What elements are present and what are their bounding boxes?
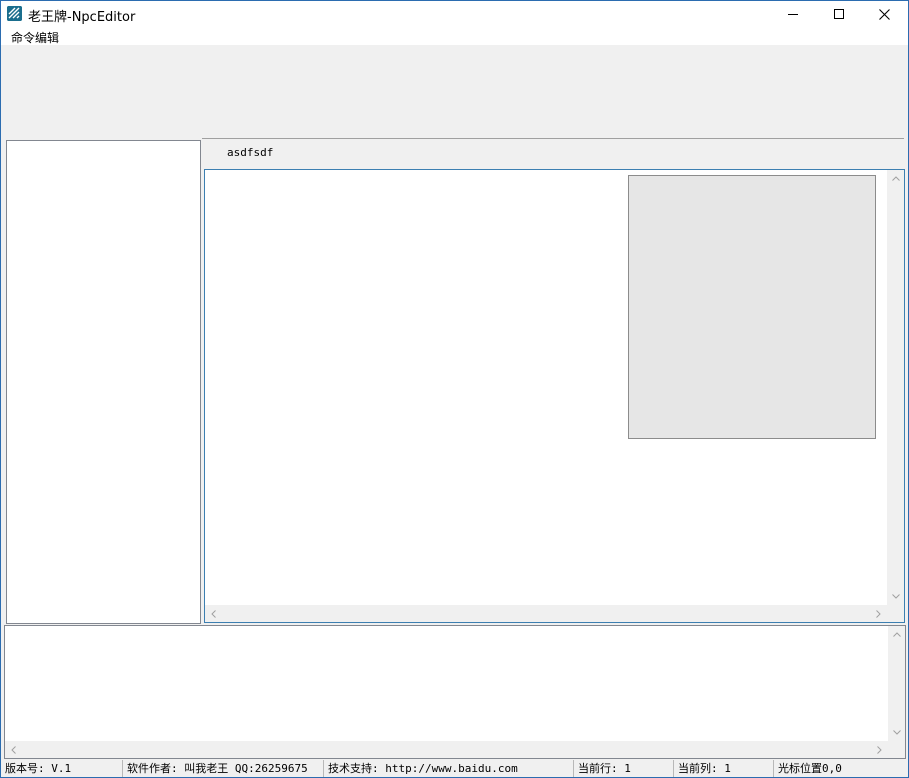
script-editor[interactable] [204, 169, 905, 623]
scrollbar-corner [888, 741, 905, 758]
scroll-right-icon[interactable] [871, 741, 888, 758]
status-bar: 版本号: V.1 软件作者: 叫我老王 QQ:26259675 技术支持: ht… [1, 760, 908, 777]
scroll-up-icon[interactable] [888, 626, 905, 643]
status-cursor-position: 光标位置0,0 [778, 762, 842, 775]
status-current-col: 当前列: 1 [674, 760, 774, 777]
editor-vertical-scrollbar[interactable] [887, 170, 904, 605]
minimize-icon [788, 14, 798, 15]
main-window: 老王牌-NpcEditor 命令编辑 asdfsdf 版本号: V.1 软件作者… [0, 0, 909, 778]
maximize-button[interactable] [816, 1, 862, 27]
scroll-down-icon[interactable] [887, 588, 904, 605]
minimize-button[interactable] [770, 1, 816, 27]
app-logo-icon [7, 6, 22, 21]
menu-bar: 命令编辑 [1, 27, 908, 45]
editor-horizontal-scrollbar[interactable] [205, 605, 887, 622]
toolbar-area [1, 45, 908, 138]
scroll-right-icon[interactable] [870, 605, 887, 622]
close-icon [878, 8, 890, 20]
scroll-left-icon[interactable] [205, 605, 222, 622]
output-vertical-scrollbar[interactable] [888, 626, 905, 741]
scroll-up-icon[interactable] [887, 170, 904, 187]
scrollbar-corner [887, 605, 904, 622]
status-author: 软件作者: 叫我老王 QQ:26259675 [123, 760, 324, 777]
preview-panel [628, 175, 876, 439]
output-horizontal-scrollbar[interactable] [5, 741, 888, 758]
editor-tab-label[interactable]: asdfsdf [227, 146, 273, 159]
status-version: 版本号: V.1 [1, 760, 123, 777]
scroll-down-icon[interactable] [888, 724, 905, 741]
maximize-icon [834, 9, 844, 19]
status-current-row: 当前行: 1 [574, 760, 674, 777]
output-panel[interactable] [4, 625, 906, 759]
npc-list-panel[interactable] [6, 140, 201, 624]
window-title: 老王牌-NpcEditor [28, 10, 136, 25]
close-button[interactable] [861, 1, 907, 27]
menu-item-command-edit[interactable]: 命令编辑 [11, 29, 59, 46]
status-support: 技术支持: http://www.baidu.com [324, 760, 574, 777]
scroll-left-icon[interactable] [5, 741, 22, 758]
title-bar[interactable]: 老王牌-NpcEditor [1, 1, 908, 27]
splitter-line [202, 138, 904, 139]
